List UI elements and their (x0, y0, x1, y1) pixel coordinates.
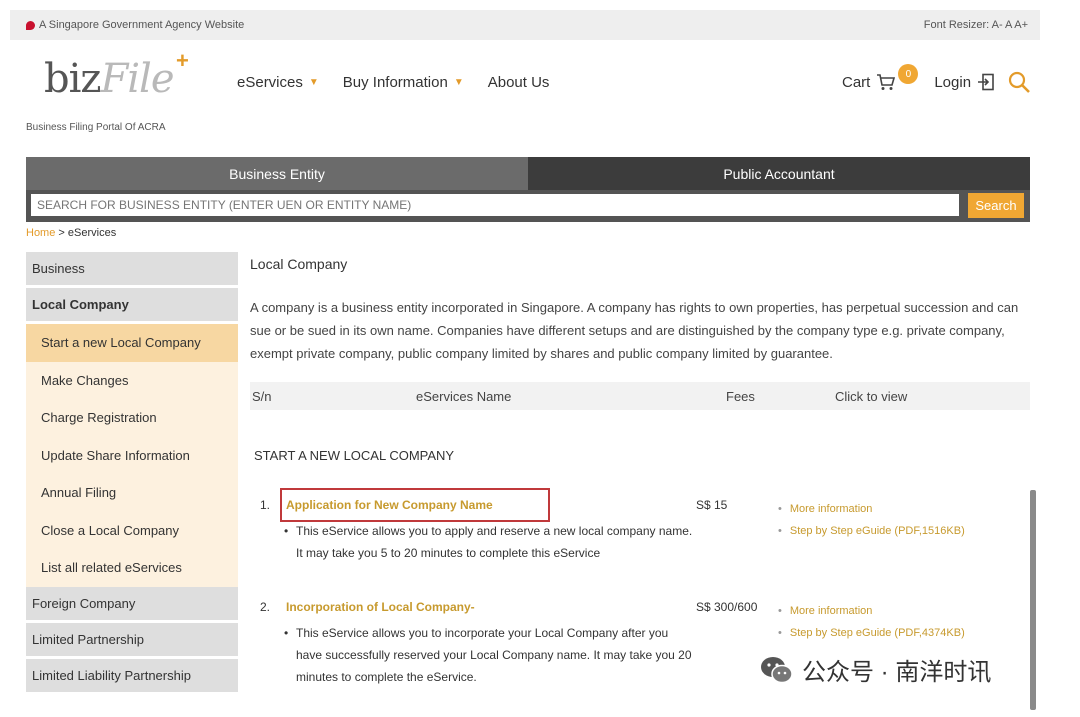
sidebar: Business Local Company Start a new Local… (26, 252, 238, 695)
breadcrumb-current: eServices (67, 227, 117, 239)
bizfile-logo[interactable]: bizFile + Business Filing Portal Of ACRA (24, 48, 204, 138)
sidebar-item-limited-partnership[interactable]: Limited Partnership (26, 622, 238, 659)
logo-biz: biz (44, 56, 101, 102)
header-click-to-view: Click to view (835, 389, 908, 404)
breadcrumb-separator: > (55, 227, 68, 239)
chevron-down-icon: ▼ (453, 77, 464, 88)
row-links: • More information • Step by Step eGuide (… (778, 600, 965, 644)
search-bar: Search (26, 190, 1030, 222)
login-icon[interactable] (977, 73, 995, 91)
entity-search-input[interactable] (31, 194, 959, 216)
wechat-icon (761, 656, 793, 683)
section-heading: START A NEW LOCAL COMPANY (254, 448, 455, 463)
cart-icon[interactable] (876, 73, 896, 91)
logo-file: File (100, 56, 174, 102)
gov-label: A Singapore Government Agency Website (26, 19, 244, 31)
tab-public-accountant[interactable]: Public Accountant (528, 157, 1030, 190)
row-description: • This eService allows you to incorporat… (284, 622, 696, 688)
more-information-link[interactable]: More information (790, 503, 873, 515)
bullet-icon: • (778, 525, 782, 537)
sidebar-item-llp[interactable]: Limited Liability Partnership (26, 658, 238, 695)
row-description-text: This eService allows you to incorporate … (296, 626, 692, 684)
search-button[interactable]: Search (968, 193, 1024, 218)
login-link[interactable]: Login (934, 74, 971, 91)
breadcrumb-home[interactable]: Home (26, 227, 55, 239)
logo-wordmark: bizFile (44, 56, 175, 102)
nav-buy-information[interactable]: Buy Information ▼ (343, 74, 464, 91)
nav-about-us[interactable]: About Us (488, 74, 550, 91)
cart-count-badge: 0 (898, 64, 919, 84)
page: A Singapore Government Agency Website Fo… (10, 10, 1040, 710)
nav-about-us-label: About Us (487, 74, 550, 91)
user-nav: Cart 0 Login (842, 64, 1031, 94)
bullet-icon: • (284, 524, 289, 538)
sidebar-subitem-start-new[interactable]: Start a new Local Company (26, 324, 238, 362)
watermark-text: 公众号 · 南洋时讯 (802, 659, 992, 686)
row-fee: S$ 300/600 (696, 600, 758, 614)
scrollbar[interactable] (1030, 490, 1036, 710)
bullet-icon: • (778, 503, 782, 515)
sidebar-subitem-charge-registration[interactable]: Charge Registration (26, 399, 238, 437)
row-fee: S$ 15 (696, 498, 728, 512)
more-information-link[interactable]: More information (790, 605, 873, 617)
bullet-icon: • (778, 627, 782, 639)
row-description: • This eService allows you to apply and … (284, 520, 696, 564)
eguide-link[interactable]: Step by Step eGuide (PDF,1516KB) (790, 525, 965, 537)
logo-plus: + (176, 48, 189, 73)
lion-head-icon (26, 20, 35, 30)
chevron-down-icon: ▼ (308, 77, 319, 88)
row-description-text: This eService allows you to apply and re… (296, 524, 693, 560)
sidebar-subitem-update-share[interactable]: Update Share Information (26, 437, 238, 475)
breadcrumb: Home > eServices (26, 227, 116, 239)
logo-tagline: Business Filing Portal Of ACRA (26, 122, 166, 133)
row-links: • More information • Step by Step eGuide (… (778, 498, 965, 542)
wechat-watermark: 公众号 · 南洋时讯 (760, 652, 991, 687)
sidebar-subitem-list-all[interactable]: List all related eServices (26, 549, 238, 587)
search-icon[interactable] (1007, 70, 1031, 94)
page-title: Local Company (250, 256, 348, 272)
header-eservices-name: eServices Name (416, 389, 512, 404)
sidebar-item-business[interactable]: Business (26, 252, 238, 288)
nav-eservices[interactable]: eServices ▼ (237, 74, 319, 91)
sidebar-item-foreign-company[interactable]: Foreign Company (26, 586, 238, 623)
sidebar-item-local-company[interactable]: Local Company (26, 288, 238, 324)
cart-link[interactable]: Cart (842, 74, 870, 91)
sidebar-subitem-close-company[interactable]: Close a Local Company (26, 512, 238, 550)
sidebar-subitem-make-changes[interactable]: Make Changes (26, 362, 238, 400)
bullet-icon: • (778, 605, 782, 617)
entity-tabs: Business Entity Public Accountant (26, 157, 1030, 190)
sidebar-submenu: Start a new Local Company Make Changes C… (26, 324, 238, 587)
highlight-annotation-box (280, 488, 550, 522)
intro-paragraph: A company is a business entity incorpora… (250, 300, 1019, 361)
bullet-icon: • (284, 626, 289, 640)
eservice-link[interactable]: Incorporation of Local Company- (286, 600, 475, 614)
font-resizer[interactable]: Font Resizer: A- A A+ (924, 19, 1028, 31)
row-number: 2. (260, 600, 271, 614)
nav-buy-information-label: Buy Information (342, 74, 448, 91)
header-fees: Fees (726, 389, 755, 404)
gov-topbar: A Singapore Government Agency Website Fo… (10, 10, 1040, 40)
eguide-link[interactable]: Step by Step eGuide (PDF,4374KB) (790, 627, 965, 639)
table-header: S/n eServices Name Fees Click to view (250, 382, 1030, 410)
main-nav: eServices ▼ Buy Information ▼ About Us (237, 74, 549, 91)
row-number: 1. (260, 498, 271, 512)
gov-label-text: A Singapore Government Agency Website (39, 19, 245, 31)
tab-business-entity[interactable]: Business Entity (26, 157, 528, 190)
sidebar-subitem-annual-filing[interactable]: Annual Filing (26, 474, 238, 512)
nav-eservices-label: eServices (237, 74, 303, 91)
header-sn: S/n (252, 389, 272, 404)
